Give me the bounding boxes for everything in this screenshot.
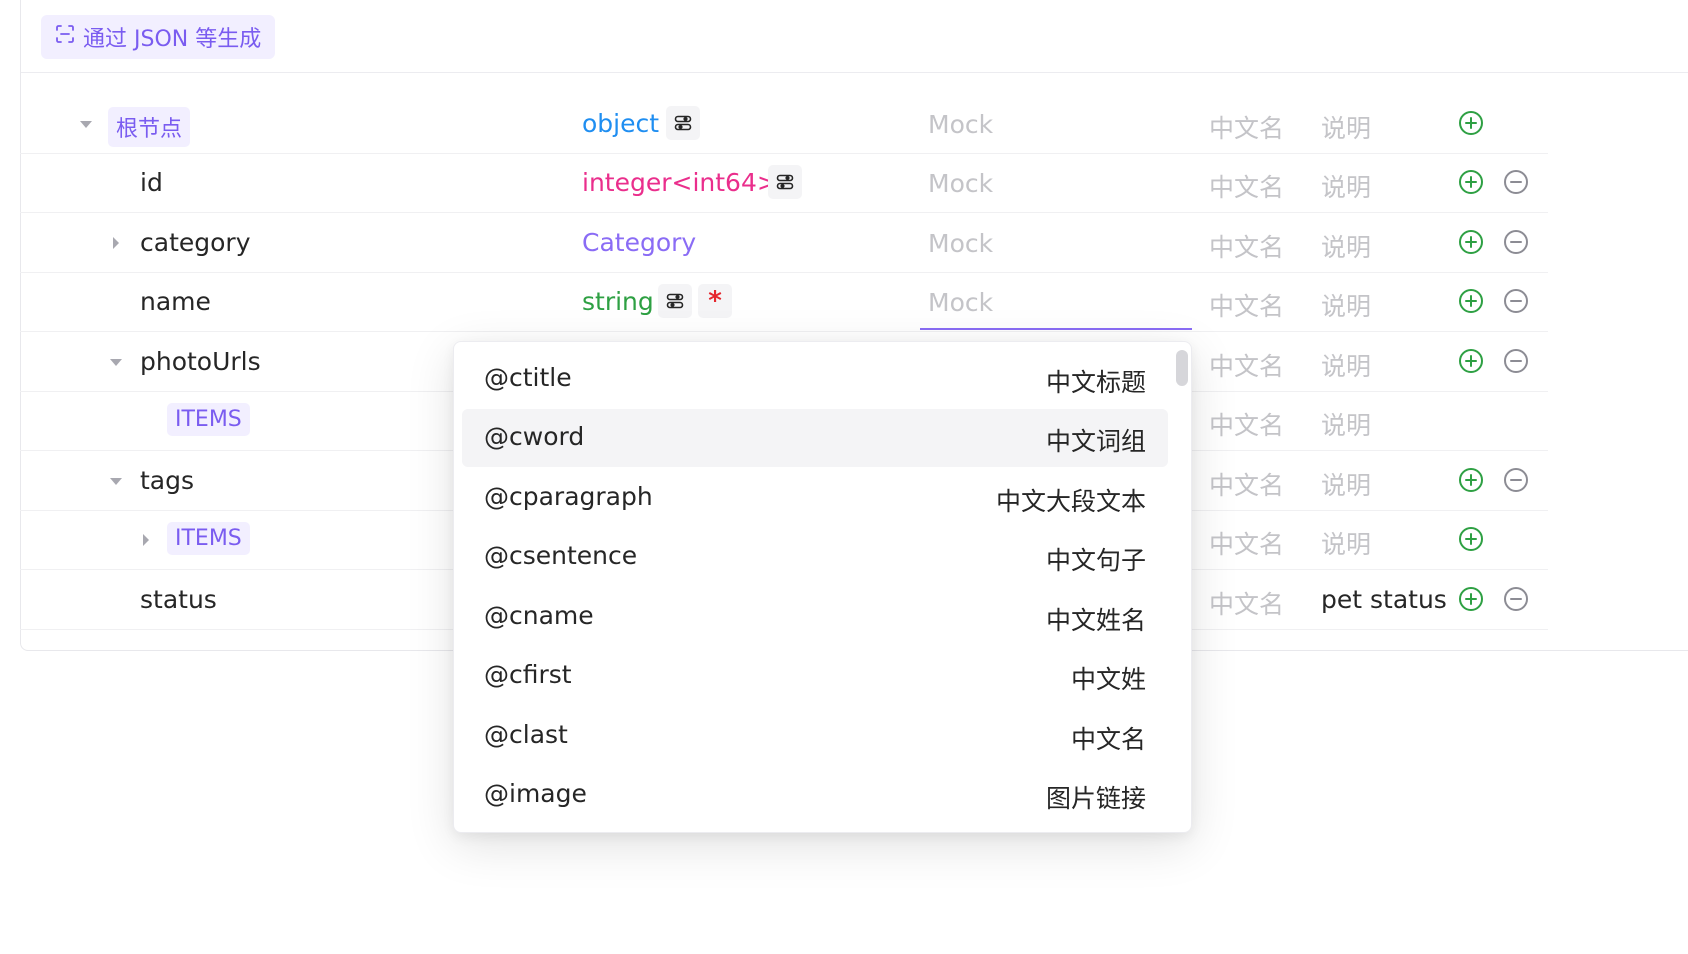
description-input[interactable]: 说明 [1321, 525, 1371, 561]
schema-row-name: name string * Mock 中文名 说明 [20, 272, 1548, 332]
plus-circle-icon[interactable] [1458, 229, 1484, 255]
minus-circle-icon[interactable] [1503, 169, 1529, 195]
mock-option[interactable]: @image 图片链接 [462, 766, 1168, 824]
description-input[interactable]: 说明 [1321, 347, 1371, 383]
items-tag: ITEMS [167, 403, 250, 436]
type-label[interactable]: Category [582, 228, 696, 257]
mock-option[interactable]: @cname 中文姓名 [462, 588, 1168, 646]
plus-circle-icon[interactable] [1458, 467, 1484, 493]
chinese-name-input[interactable]: 中文名 [1209, 525, 1284, 561]
type-label[interactable]: string [582, 287, 654, 316]
description-input[interactable]: 说明 [1321, 228, 1371, 264]
mock-input[interactable]: Mock [928, 110, 993, 139]
description-input[interactable]: 说明 [1321, 406, 1371, 442]
mock-option-label: 中文姓 [1070, 665, 1146, 694]
mock-option-key: @image [484, 779, 587, 808]
required-toggle[interactable]: * [698, 284, 732, 318]
items-tag: ITEMS [167, 522, 250, 555]
mock-option-label: 中文词组 [1045, 427, 1146, 456]
chinese-name-input[interactable]: 中文名 [1209, 228, 1284, 264]
minus-circle-icon[interactable] [1503, 467, 1529, 493]
description-input[interactable]: 说明 [1321, 168, 1371, 204]
settings-toggle-icon[interactable] [658, 284, 692, 318]
field-name[interactable]: status [140, 585, 217, 614]
chinese-name-input[interactable]: 中文名 [1209, 347, 1284, 383]
chinese-name-input[interactable]: 中文名 [1209, 168, 1284, 204]
expand-caret-icon[interactable] [136, 530, 156, 550]
mock-option[interactable]: @cfirst 中文姓 [462, 647, 1168, 705]
mock-suggestion-dropdown: @ctitle 中文标题 @cword 中文词组 @cparagraph 中文大… [453, 341, 1192, 833]
schema-row-id: id integer<int64> Mock 中文名 说明 [20, 153, 1548, 213]
chinese-name-input[interactable]: 中文名 [1209, 585, 1284, 621]
generate-from-json-button[interactable]: 通过 JSON 等生成 [41, 15, 276, 59]
plus-circle-icon[interactable] [1458, 586, 1484, 612]
type-label[interactable]: integer<int64> [582, 168, 778, 197]
plus-circle-icon[interactable] [1458, 110, 1484, 136]
field-name[interactable]: tags [140, 466, 194, 495]
mock-option-label: 中文大段文本 [995, 487, 1146, 516]
collapse-caret-icon[interactable] [76, 114, 96, 134]
minus-circle-icon[interactable] [1503, 586, 1529, 612]
dropdown-scrollbar[interactable] [1176, 350, 1188, 386]
chinese-name-input[interactable]: 中文名 [1209, 109, 1284, 145]
mock-option-label: 中文姓名 [1045, 606, 1146, 635]
generate-label: 通过 JSON 等生成 [83, 27, 262, 52]
mock-option[interactable]: @ctitle 中文标题 [462, 350, 1168, 408]
mock-option[interactable]: @csentence 中文句子 [462, 528, 1168, 586]
mock-option-key: @cword [484, 422, 585, 451]
collapse-caret-icon[interactable] [106, 352, 126, 372]
minus-circle-icon[interactable] [1503, 229, 1529, 255]
mock-input[interactable]: Mock [928, 229, 993, 258]
mock-option-key: @cparagraph [484, 482, 653, 511]
settings-toggle-icon[interactable] [666, 106, 700, 140]
collapse-caret-icon[interactable] [106, 471, 126, 491]
mock-option-key: @ctitle [484, 363, 572, 392]
mock-option-label: 图片链接 [1045, 784, 1146, 813]
chinese-name-input[interactable]: 中文名 [1209, 466, 1284, 502]
mock-option[interactable]: @cword 中文词组 [462, 409, 1168, 467]
plus-circle-icon[interactable] [1458, 288, 1484, 314]
plus-circle-icon[interactable] [1458, 348, 1484, 374]
minus-circle-icon[interactable] [1503, 348, 1529, 374]
mock-option-key: @csentence [484, 541, 638, 570]
description-input[interactable]: 说明 [1321, 109, 1371, 145]
description-input[interactable]: 说明 [1321, 287, 1371, 323]
minus-circle-icon[interactable] [1503, 288, 1529, 314]
scan-icon [55, 24, 75, 50]
mock-input[interactable]: Mock [928, 288, 993, 317]
plus-circle-icon[interactable] [1458, 526, 1484, 552]
field-name[interactable]: name [140, 287, 211, 316]
field-name[interactable]: photoUrls [140, 347, 261, 376]
mock-input[interactable]: Mock [928, 169, 993, 198]
settings-toggle-icon[interactable] [768, 165, 802, 199]
description-input[interactable]: pet status [1321, 585, 1447, 614]
field-name[interactable]: category [140, 228, 251, 257]
mock-option[interactable]: @clast 中文名 [462, 707, 1168, 765]
chinese-name-input[interactable]: 中文名 [1209, 287, 1284, 323]
type-label[interactable]: object [582, 109, 659, 138]
mock-option-label: 中文句子 [1045, 546, 1146, 575]
mock-option-key: @cfirst [484, 660, 572, 689]
toolbar: 通过 JSON 等生成 [21, 0, 1688, 73]
plus-circle-icon[interactable] [1458, 169, 1484, 195]
schema-row-root: 根节点 object Mock 中文名 说明 [20, 94, 1548, 154]
chinese-name-input[interactable]: 中文名 [1209, 406, 1284, 442]
mock-option-label: 中文名 [1070, 725, 1146, 754]
mock-option-label: 中文标题 [1045, 368, 1146, 397]
description-input[interactable]: 说明 [1321, 466, 1371, 502]
root-node-tag: 根节点 [108, 107, 191, 147]
mock-option-key: @cname [484, 601, 594, 630]
mock-input-focus-underline [920, 328, 1192, 330]
mock-option-key: @clast [484, 720, 568, 749]
field-name[interactable]: id [140, 168, 163, 197]
expand-caret-icon[interactable] [106, 233, 126, 253]
mock-option[interactable]: @cparagraph 中文大段文本 [462, 469, 1168, 527]
schema-row-category: category Category Mock 中文名 说明 [20, 213, 1548, 273]
